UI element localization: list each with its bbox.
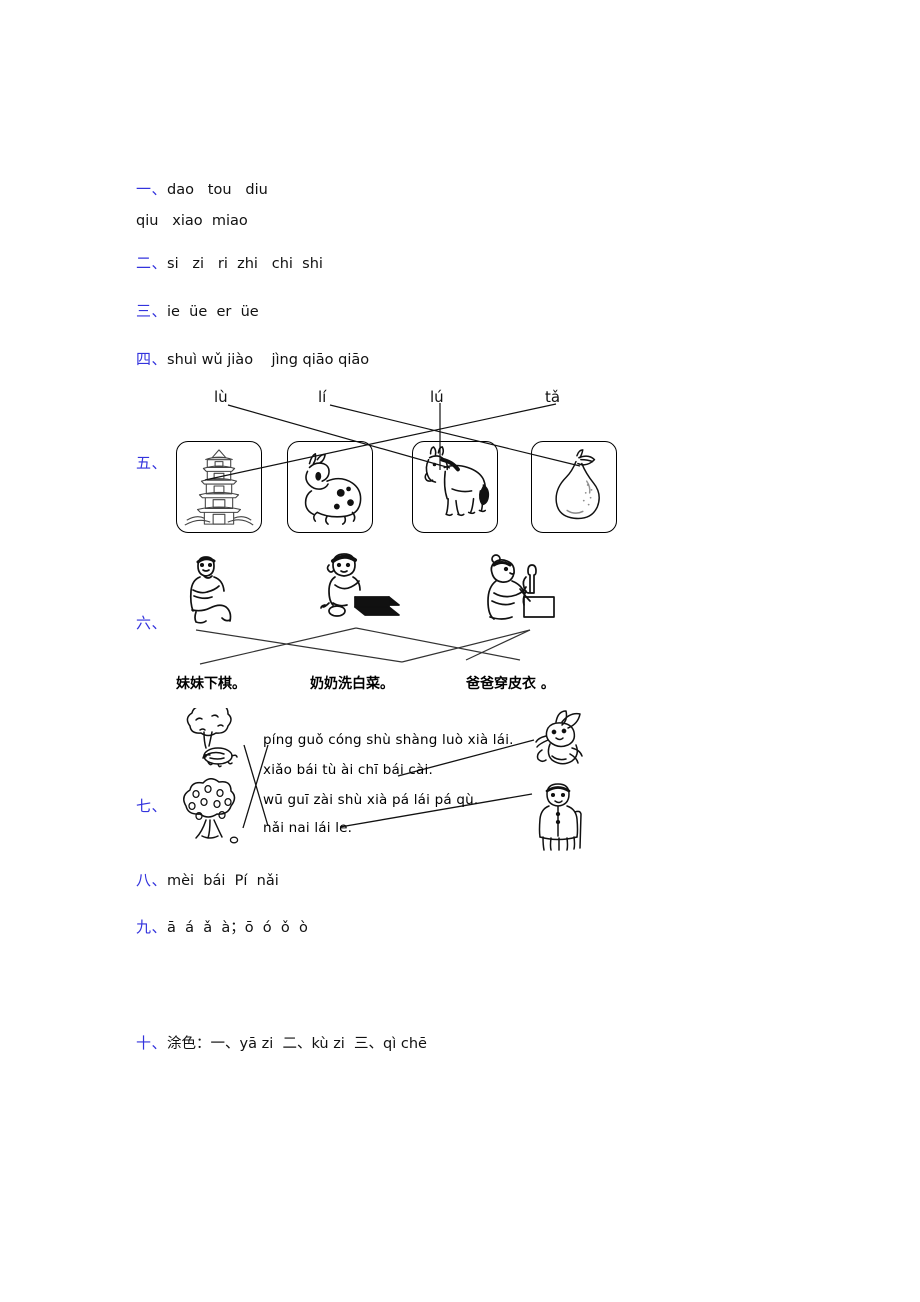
section-eight-number: 八、 bbox=[136, 871, 168, 889]
section-one-number: 一、 bbox=[136, 180, 168, 198]
section-seven: 七、 bbox=[136, 795, 167, 816]
figure-man-sitting bbox=[178, 552, 244, 624]
section-eight-line-1: mèi bái Pí nǎi bbox=[167, 873, 279, 889]
section-ten-number: 十、 bbox=[136, 1034, 168, 1052]
section-six-number: 六、 bbox=[136, 614, 168, 632]
section-ten: 十、 涂色：一、yā zi 二、kù zi 三、qì chē bbox=[136, 1032, 427, 1053]
figure-grandma-washing-vegetables bbox=[480, 551, 560, 625]
section-ten-line-1: 涂色：一、yā zi 二、kù zi 三、qì chē bbox=[167, 1036, 427, 1052]
figure-rabbit bbox=[528, 710, 590, 766]
section-six: 六、 bbox=[136, 612, 167, 633]
section-six-caption-3: 爸爸穿皮衣 。 bbox=[466, 676, 555, 692]
section-two: 二、 si zi ri zhi chi shi bbox=[136, 252, 323, 273]
figure-tree-with-turtle bbox=[174, 708, 250, 774]
picture-box-donkey bbox=[412, 441, 498, 533]
section-three-number: 三、 bbox=[136, 302, 168, 320]
section-six-caption-2: 奶奶洗白菜。 bbox=[310, 676, 394, 692]
section-three: 三、 ie üe er üe bbox=[136, 300, 259, 321]
match-word-li2: lí bbox=[318, 388, 327, 406]
match-word-lu4: lù bbox=[214, 388, 228, 406]
section-two-number: 二、 bbox=[136, 254, 168, 272]
section-four-number: 四、 bbox=[136, 350, 168, 368]
section-three-line-1: ie üe er üe bbox=[167, 304, 259, 320]
section-six-caption-1: 妹妹下棋。 bbox=[176, 676, 246, 692]
picture-box-pagoda-tower bbox=[176, 441, 262, 533]
section-seven-sentence-1: píng guǒ cóng shù shàng luò xià lái. bbox=[263, 732, 514, 748]
picture-box-pear bbox=[531, 441, 617, 533]
line-caption-1-to-child bbox=[199, 627, 357, 665]
section-nine-number: 九、 bbox=[136, 918, 168, 936]
section-five: 五、 bbox=[136, 452, 167, 473]
section-eight: 八、 mèi bái Pí nǎi bbox=[136, 869, 279, 890]
section-nine: 九、 ā á ǎ à；ō ó ǒ ò bbox=[136, 916, 308, 937]
figure-child-playing-chess bbox=[315, 551, 401, 625]
line-child-to-caption-3 bbox=[355, 627, 521, 661]
section-nine-line-1: ā á ǎ à；ō ó ǒ ò bbox=[167, 920, 308, 936]
worksheet-page: 一、 dao tou diu qiu xiao miao 二、 si zi ri… bbox=[0, 0, 920, 1302]
section-seven-sentence-3: wū guī zài shù xià pá lái pá qù. bbox=[263, 792, 479, 808]
match-word-ta3: tǎ bbox=[545, 388, 561, 406]
section-one-line-1: dao tou diu bbox=[167, 182, 268, 198]
match-word-lu2: lú bbox=[430, 388, 444, 406]
section-five-number: 五、 bbox=[136, 454, 168, 472]
line-caption-mid-link bbox=[465, 629, 531, 661]
figure-apple-tree bbox=[172, 778, 252, 850]
section-seven-sentence-4: nǎi nai lái le. bbox=[263, 820, 353, 836]
figure-grandmother-with-cane bbox=[533, 782, 585, 852]
section-one-line-2: qiu xiao miao bbox=[136, 213, 248, 229]
section-four: 四、 shuì wǔ jiào jìng qiāo qiāo bbox=[136, 348, 369, 369]
section-one: 一、 dao tou diu bbox=[136, 178, 268, 199]
section-two-line-1: si zi ri zhi chi shi bbox=[167, 256, 323, 272]
section-seven-number: 七、 bbox=[136, 797, 168, 815]
picture-box-deer bbox=[287, 441, 373, 533]
line-man-to-caption-2 bbox=[195, 629, 403, 663]
section-four-line-1: shuì wǔ jiào jìng qiāo qiāo bbox=[167, 352, 370, 368]
section-seven-sentence-2: xiǎo bái tù ài chī bái cài. bbox=[263, 762, 433, 778]
line-caption-2-link bbox=[401, 629, 531, 663]
